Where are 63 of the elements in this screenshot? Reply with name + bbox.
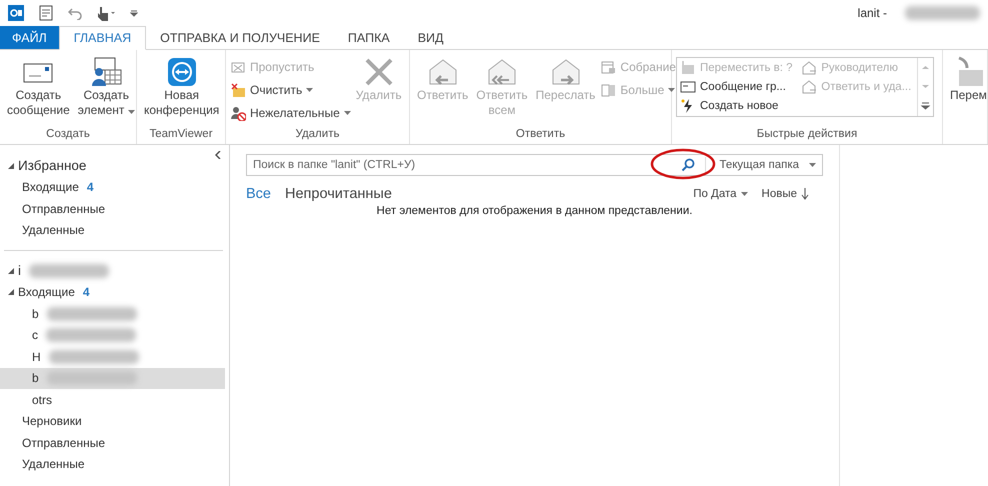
quick-step[interactable]: Сообщение гр... xyxy=(677,77,798,96)
dropdown-caret-icon xyxy=(740,192,748,196)
ribbon-button[interactable]: Очистить xyxy=(230,79,351,100)
expanded-triangle-icon[interactable] xyxy=(8,289,14,296)
folder-item[interactable]: b xyxy=(0,368,225,389)
expanded-triangle-icon[interactable] xyxy=(8,162,14,169)
cleanup-icon xyxy=(230,82,246,98)
dropdown-caret-icon xyxy=(128,110,135,114)
search-field[interactable]: Поиск в папке "lanit" (CTRL+У) Текущая папка xyxy=(246,154,823,176)
section-header[interactable]: Избранное xyxy=(18,158,86,174)
folder-item[interactable]: Отправленные xyxy=(0,198,229,220)
customize-toolbar-icon[interactable] xyxy=(130,9,138,17)
window-title: lanit - xyxy=(858,6,887,20)
ribbon-button[interactable]: Нежелательные xyxy=(230,102,351,123)
folder-item[interactable]: Отправленные xyxy=(0,432,229,454)
quick-step[interactable]: Создать новое xyxy=(677,96,798,116)
group-label: Ответить xyxy=(514,127,566,142)
folder-item[interactable]: Входящие 4 xyxy=(0,176,229,198)
group-label: TeamViewer xyxy=(148,127,214,142)
folder-item[interactable]: Черновики xyxy=(0,410,229,432)
account-header[interactable]: i xyxy=(18,263,21,278)
folder-item[interactable]: Входящие 4 xyxy=(0,282,229,303)
group-label: Создать xyxy=(45,127,91,142)
people-calendar-icon xyxy=(89,56,124,88)
expanded-triangle-icon[interactable] xyxy=(8,268,14,274)
down-arrow-icon xyxy=(801,188,809,200)
ribbon-button[interactable]: Новая конференция xyxy=(141,54,222,120)
ribbon-tab[interactable]: ГЛАВНАЯ xyxy=(58,26,146,50)
touch-mode-icon[interactable] xyxy=(96,5,116,21)
folder-item[interactable]: Удаленные xyxy=(0,220,229,241)
sort-order-button[interactable]: Новые xyxy=(762,188,809,200)
empty-list-message: Нет элементов для отображения в данном представлении. xyxy=(376,205,694,217)
ribbon-tab[interactable]: ВИД xyxy=(404,26,458,49)
undo-icon[interactable] xyxy=(68,6,82,20)
group-label: Быстрые действия xyxy=(756,127,858,142)
ribbon-tab[interactable]: ОТПРАВКА И ПОЛУЧЕНИЕ xyxy=(146,26,334,49)
folder-item[interactable]: b xyxy=(0,303,229,324)
search-icon[interactable] xyxy=(680,158,694,172)
message-icon xyxy=(680,78,696,95)
dropdown-caret-icon xyxy=(668,88,676,92)
filter-tab[interactable]: Все xyxy=(246,186,271,202)
folder-item[interactable]: c xyxy=(0,324,229,346)
folder-item[interactable]: otrs xyxy=(0,389,229,410)
dropdown-caret-icon xyxy=(306,88,314,92)
sort-by-dropdown[interactable]: По Дата xyxy=(693,188,748,200)
filter-tab[interactable]: Непрочитанные xyxy=(285,186,392,202)
dropdown-caret-icon xyxy=(809,163,816,167)
meeting-icon xyxy=(600,58,616,74)
ribbon-button[interactable]: Создать сообщение xyxy=(4,54,73,120)
search-scope-dropdown[interactable]: Текущая папка xyxy=(704,157,822,173)
ribbon-tab[interactable]: ПАПКА xyxy=(334,26,404,49)
dropdown-caret-icon xyxy=(344,110,351,114)
outlook-logo-icon xyxy=(8,5,24,21)
send-receive-icon[interactable] xyxy=(38,5,54,21)
ribbon-button[interactable]: Создать элемент xyxy=(74,54,138,120)
group-label: Удалить xyxy=(294,127,340,142)
more-icon xyxy=(600,82,616,98)
junk-user-icon xyxy=(230,104,246,120)
folder-item[interactable]: H xyxy=(0,346,229,368)
folder-item[interactable]: Удаленные xyxy=(0,454,229,475)
collapse-pane-icon[interactable] xyxy=(215,151,221,159)
ribbon-button[interactable]: Перем xyxy=(947,54,988,105)
file-tab[interactable]: ФАЙЛ xyxy=(0,26,59,49)
